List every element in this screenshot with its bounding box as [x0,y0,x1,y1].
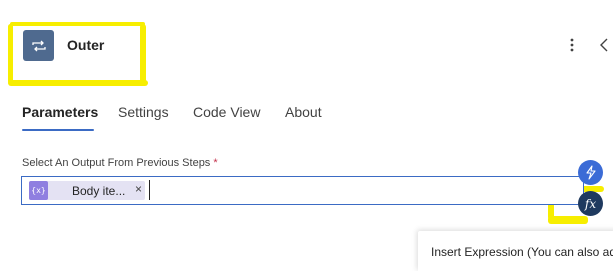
insert-expression-button[interactable]: fx [578,191,603,216]
active-tab-indicator [22,129,94,131]
token-chip[interactable]: {x} Body ite... × [29,181,145,200]
more-options-button[interactable] [564,34,580,56]
collapse-panel-button[interactable] [595,34,613,56]
tab-code-view[interactable]: Code View [193,104,260,120]
tooltip-text: Insert Expression (You can also add [431,245,613,259]
more-vertical-icon [570,38,574,52]
highlight-mark-header [8,80,148,86]
page-title: Outer [67,37,105,53]
tab-parameters[interactable]: Parameters [22,104,98,120]
token-remove-button[interactable]: × [135,182,142,196]
expression-token-icon: {x} [29,181,48,200]
loop-icon [23,30,54,61]
highlight-mark-header [10,22,145,26]
text-caret [149,180,150,200]
required-mark: * [213,157,218,169]
highlight-mark-header [8,24,13,84]
tab-about[interactable]: About [285,104,322,120]
field-label: Select An Output From Previous Steps * [22,157,218,169]
field-label-text: Select An Output From Previous Steps [22,157,211,169]
highlight-mark-fx [548,216,588,224]
tab-settings[interactable]: Settings [118,104,169,120]
dynamic-content-button[interactable] [578,160,603,185]
lightning-icon [585,165,596,180]
chevron-left-icon [600,38,608,52]
token-label: Body ite... [72,183,126,198]
highlight-mark-header [140,24,146,86]
output-select-input[interactable]: {x} Body ite... × [21,176,584,205]
tooltip: Insert Expression (You can also add [418,231,613,271]
